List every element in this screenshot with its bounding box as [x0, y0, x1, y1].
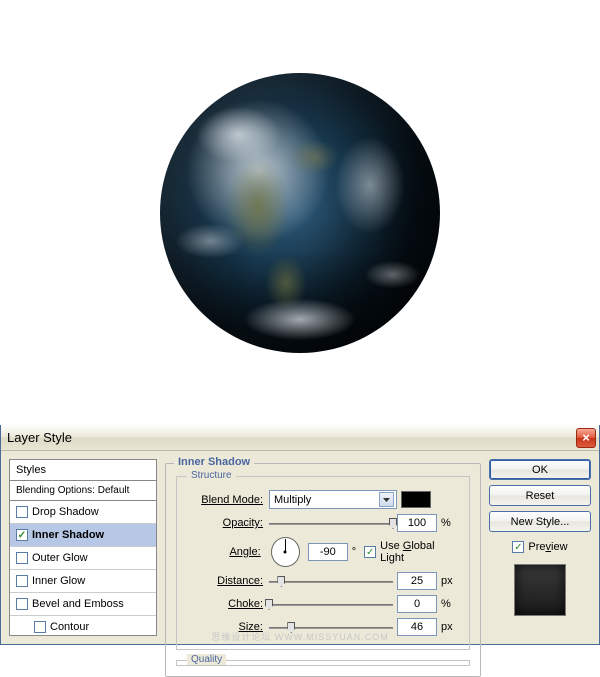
- chevron-down-icon: [379, 492, 394, 507]
- choke-slider[interactable]: [269, 597, 393, 611]
- opacity-label: Opacity:: [187, 517, 265, 529]
- style-item-label: Contour: [50, 621, 89, 633]
- size-label: Size:: [187, 621, 265, 633]
- opacity-slider[interactable]: [269, 516, 393, 530]
- close-button[interactable]: ×: [576, 428, 596, 448]
- close-icon: ×: [582, 430, 590, 445]
- distance-slider[interactable]: [269, 574, 393, 588]
- global-light-label: Use Global Light: [380, 540, 459, 564]
- canvas-preview: [0, 0, 600, 425]
- blend-mode-value: Multiply: [274, 494, 311, 506]
- opacity-unit: %: [441, 517, 459, 529]
- size-input[interactable]: [397, 618, 437, 636]
- checkbox-icon[interactable]: ✓: [16, 529, 28, 541]
- distance-input[interactable]: [397, 572, 437, 590]
- style-item-inner-glow[interactable]: Inner Glow: [10, 570, 156, 593]
- choke-unit: %: [441, 598, 459, 610]
- earth-sphere: [160, 73, 440, 353]
- style-item-label: Outer Glow: [32, 552, 88, 564]
- ok-button[interactable]: OK: [489, 459, 591, 480]
- style-item-outer-glow[interactable]: Outer Glow: [10, 547, 156, 570]
- angle-dial[interactable]: [271, 537, 300, 567]
- checkbox-icon[interactable]: [34, 621, 46, 633]
- preview-label: Preview: [528, 541, 567, 553]
- checkbox-icon[interactable]: [16, 575, 28, 587]
- global-light-checkbox[interactable]: ✓: [364, 546, 376, 558]
- titlebar: Layer Style ×: [1, 425, 599, 451]
- settings-panel: Inner Shadow Structure Blend Mode: Multi…: [165, 459, 481, 636]
- choke-input[interactable]: [397, 595, 437, 613]
- blend-mode-dropdown[interactable]: Multiply: [269, 490, 397, 509]
- quality-label: Quality: [187, 654, 226, 665]
- styles-header[interactable]: Styles: [10, 460, 156, 481]
- angle-label: Angle:: [187, 546, 263, 558]
- style-item-label: Inner Shadow: [32, 529, 104, 541]
- style-item-drop-shadow[interactable]: Drop Shadow: [10, 501, 156, 524]
- blending-options-row[interactable]: Blending Options: Default: [10, 481, 156, 501]
- choke-label: Choke:: [187, 598, 265, 610]
- dialog-title: Layer Style: [7, 430, 72, 445]
- section-title: Inner Shadow: [174, 456, 254, 468]
- shadow-color-swatch[interactable]: [401, 491, 431, 508]
- styles-list: Styles Blending Options: Default Drop Sh…: [9, 459, 157, 636]
- style-item-bevel-emboss[interactable]: Bevel and Emboss: [10, 593, 156, 616]
- style-item-inner-shadow[interactable]: ✓ Inner Shadow: [10, 524, 156, 547]
- structure-label: Structure: [187, 470, 236, 481]
- style-item-label: Bevel and Emboss: [32, 598, 124, 610]
- distance-unit: px: [441, 575, 459, 587]
- blend-mode-label: Blend Mode:: [187, 494, 265, 506]
- distance-label: Distance:: [187, 575, 265, 587]
- checkbox-icon[interactable]: [16, 598, 28, 610]
- checkbox-icon[interactable]: [16, 552, 28, 564]
- layer-style-dialog: Layer Style × Styles Blending Options: D…: [0, 425, 600, 645]
- preview-thumbnail: [514, 564, 566, 616]
- new-style-button[interactable]: New Style...: [489, 511, 591, 532]
- size-unit: px: [441, 621, 459, 633]
- style-item-contour[interactable]: Contour: [10, 616, 156, 636]
- size-slider[interactable]: [269, 620, 393, 634]
- reset-button[interactable]: Reset: [489, 485, 591, 506]
- preview-checkbox[interactable]: ✓: [512, 541, 524, 553]
- checkbox-icon[interactable]: [16, 506, 28, 518]
- angle-unit: °: [352, 546, 356, 558]
- style-item-label: Drop Shadow: [32, 506, 99, 518]
- opacity-input[interactable]: [397, 514, 437, 532]
- dialog-buttons: OK Reset New Style... ✓ Preview: [489, 459, 591, 636]
- angle-input[interactable]: [308, 543, 348, 561]
- style-item-label: Inner Glow: [32, 575, 85, 587]
